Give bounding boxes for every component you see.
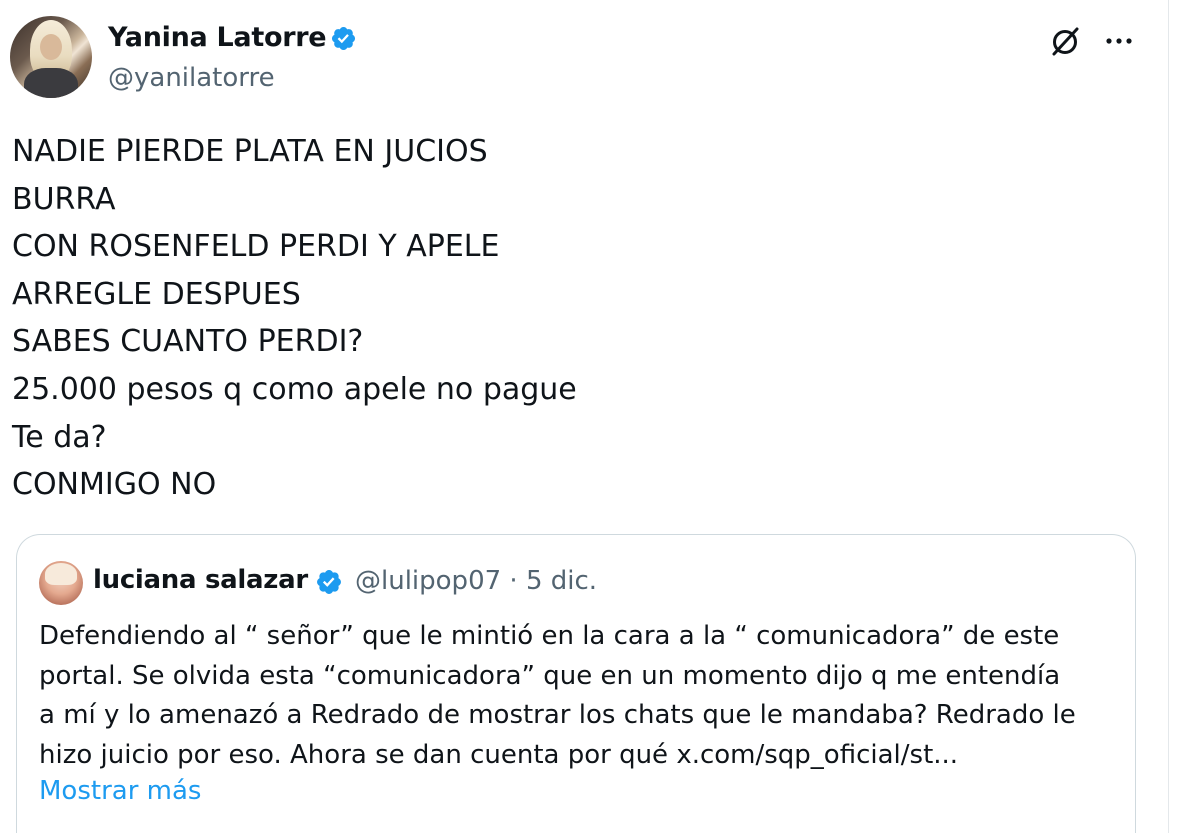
quoted-line: hizo juicio por eso. Ahora se dan cuenta… xyxy=(39,739,959,770)
quoted-tweet-card[interactable]: luciana salazar @lulipop07 · 5 dic. Defe… xyxy=(16,534,1136,833)
more-options-icon[interactable] xyxy=(1102,24,1136,58)
grok-icon[interactable] xyxy=(1048,24,1082,58)
author-avatar[interactable] xyxy=(10,16,92,98)
author-handle[interactable]: @yanilatorre xyxy=(108,63,275,93)
quoted-tweet-text: Defendiendo al “ señor” que le mintió en… xyxy=(39,617,1119,775)
quoted-verified-badge-icon[interactable] xyxy=(315,568,343,596)
tweet-line: BURRA xyxy=(12,181,116,217)
tweet-line: Te da? xyxy=(12,419,107,455)
tweet-line: ARREGLE DESPUES xyxy=(12,276,301,312)
tweet-line: SABES CUANTO PERDI? xyxy=(12,324,364,360)
quoted-author-avatar[interactable] xyxy=(39,561,83,605)
column-divider xyxy=(1168,0,1169,833)
tweet-text: NADIE PIERDE PLATA EN JUCIOS BURRA CON R… xyxy=(12,128,1152,509)
tweet-line: CON ROSENFELD PERDI Y APELE xyxy=(12,229,500,265)
quoted-author-display-name[interactable]: luciana salazar xyxy=(93,565,308,595)
show-more-link[interactable]: Mostrar más xyxy=(39,776,201,806)
author-display-name[interactable]: Yanina Latorre xyxy=(108,22,327,53)
quoted-line: Defendiendo al “ señor” que le mintió en… xyxy=(39,621,1060,651)
tweet-line: 25.000 pesos q como apele no pague xyxy=(12,371,577,407)
tweet-line: CONMIGO NO xyxy=(12,467,217,503)
quoted-line: portal. Se olvida esta “comunicadora” qu… xyxy=(39,660,1061,691)
tweet-line: NADIE PIERDE PLATA EN JUCIOS xyxy=(12,134,488,169)
tweet-header: Yanina Latorre @yanilatorre xyxy=(10,16,1160,100)
verified-badge-icon[interactable] xyxy=(330,25,357,52)
quoted-handle-and-date[interactable]: @lulipop07 · 5 dic. xyxy=(355,566,597,596)
quoted-line: a mí y lo amenazó a Redrado de mostrar l… xyxy=(39,700,1076,731)
